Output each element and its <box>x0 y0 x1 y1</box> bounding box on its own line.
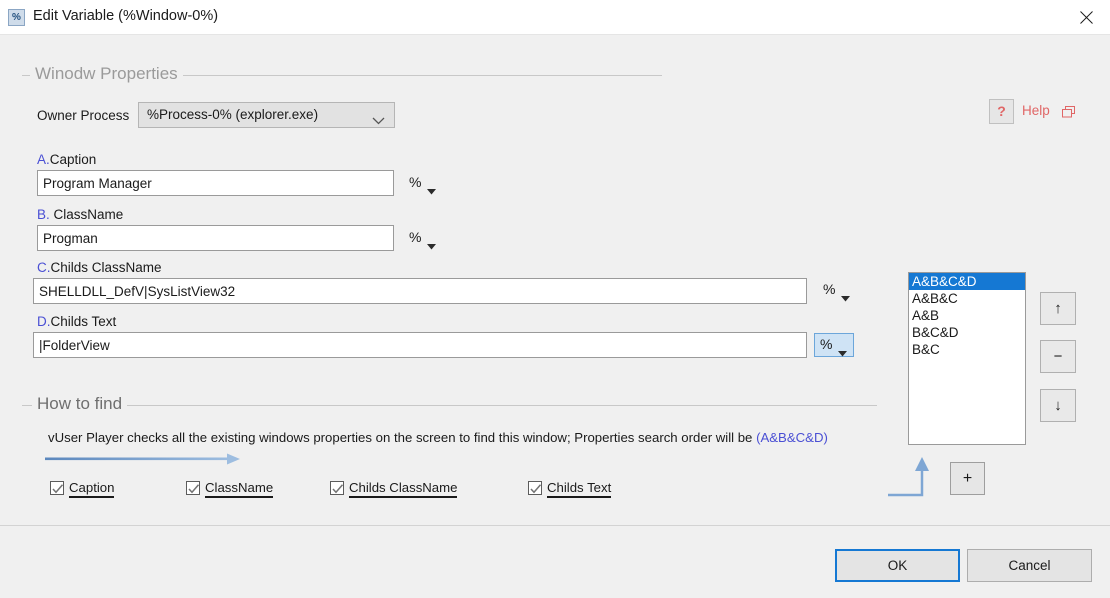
window-icon <box>1062 105 1076 123</box>
up-arrow-elbow-icon <box>886 455 942 506</box>
list-item[interactable]: B&C <box>909 341 1025 358</box>
remove-button[interactable]: − <box>1040 340 1076 373</box>
field-name-c: Childs ClassName <box>50 260 162 275</box>
owner-process-select[interactable]: %Process-0% (explorer.exe) <box>138 102 395 128</box>
percent-symbol-a: % <box>409 174 422 190</box>
field-name-d: Childs Text <box>50 314 117 329</box>
add-button[interactable]: + <box>950 462 985 495</box>
classname-input[interactable] <box>37 225 394 251</box>
minus-icon: − <box>1053 348 1063 365</box>
field-name-b: ClassName <box>53 207 124 222</box>
how-to-find-description-text: vUser Player checks all the existing win… <box>48 430 757 445</box>
classname-percent-button[interactable]: % <box>404 227 440 251</box>
search-order-value: (A&B&C&D) <box>756 430 828 445</box>
caret-down-icon <box>427 182 436 198</box>
ok-button[interactable]: OK <box>835 549 960 582</box>
percent-symbol-d: % <box>820 336 833 352</box>
list-item[interactable]: A&B&C <box>909 290 1025 307</box>
window-properties-group-title: Winodw Properties <box>30 64 183 84</box>
checkbox-classname-label: ClassName <box>205 480 274 498</box>
title-bar: % Edit Variable (%Window-0%) <box>0 0 1110 35</box>
caret-down-icon <box>838 344 847 360</box>
classname-label: B. ClassName <box>37 207 123 222</box>
up-arrow-icon: ↑ <box>1054 300 1062 317</box>
percent-icon: % <box>8 9 25 26</box>
window-properties-group: Winodw Properties <box>22 64 662 84</box>
window-title: Edit Variable (%Window-0%) <box>33 8 219 24</box>
how-to-find-description: vUser Player checks all the existing win… <box>48 430 828 445</box>
caption-label: A.Caption <box>37 152 96 167</box>
edit-variable-dialog: % Edit Variable (%Window-0%) Winodw Prop… <box>0 0 1110 598</box>
list-item[interactable]: A&B <box>909 307 1025 324</box>
help-link[interactable]: Help <box>1022 103 1050 118</box>
percent-symbol-c: % <box>823 281 836 297</box>
checkbox-caption-label: Caption <box>69 480 115 498</box>
childs-text-input[interactable] <box>33 332 807 358</box>
childs-text-percent-button[interactable]: % <box>814 333 854 357</box>
list-item[interactable]: A&B&C&D <box>909 273 1025 290</box>
search-order-listbox[interactable]: A&B&C&D A&B&C A&B B&C&D B&C <box>908 272 1026 445</box>
right-arrow-icon <box>45 452 241 470</box>
down-arrow-icon: ↓ <box>1054 397 1062 414</box>
checkbox-icon <box>330 481 344 495</box>
question-mark-glyph: ? <box>997 103 1006 119</box>
checkbox-icon <box>50 481 64 495</box>
field-name-a: Caption <box>49 152 97 167</box>
checkbox-childs-text-label: Childs Text <box>547 480 612 498</box>
how-to-find-group-title: How to find <box>32 394 128 414</box>
how-to-find-group: How to find <box>22 394 877 414</box>
field-letter-a: A. <box>37 152 50 167</box>
plus-icon: + <box>962 470 973 487</box>
field-letter-d: D. <box>37 314 51 329</box>
field-letter-b: B. <box>37 207 50 222</box>
field-letter-c: C. <box>37 260 51 275</box>
childs-classname-percent-button[interactable]: % <box>818 279 854 303</box>
list-item[interactable]: B&C&D <box>909 324 1025 341</box>
owner-process-value: %Process-0% (explorer.exe) <box>147 107 319 122</box>
move-down-button[interactable]: ↓ <box>1040 389 1076 422</box>
owner-process-label: Owner Process <box>37 108 130 123</box>
question-mark-icon[interactable]: ? <box>989 99 1014 124</box>
caret-down-icon <box>427 237 436 253</box>
childs-text-label: D.Childs Text <box>37 314 116 329</box>
percent-symbol-b: % <box>409 229 422 245</box>
caret-down-icon <box>841 289 850 305</box>
caption-input[interactable] <box>37 170 394 196</box>
close-icon[interactable] <box>1064 0 1110 34</box>
checkbox-icon <box>528 481 542 495</box>
chevron-down-icon <box>372 112 385 130</box>
childs-classname-input[interactable] <box>33 278 807 304</box>
move-up-button[interactable]: ↑ <box>1040 292 1076 325</box>
caption-percent-button[interactable]: % <box>404 172 440 196</box>
cancel-button[interactable]: Cancel <box>967 549 1092 582</box>
checkbox-icon <box>186 481 200 495</box>
childs-classname-label: C.Childs ClassName <box>37 260 162 275</box>
checkbox-childs-classname-label: Childs ClassName <box>349 480 458 498</box>
